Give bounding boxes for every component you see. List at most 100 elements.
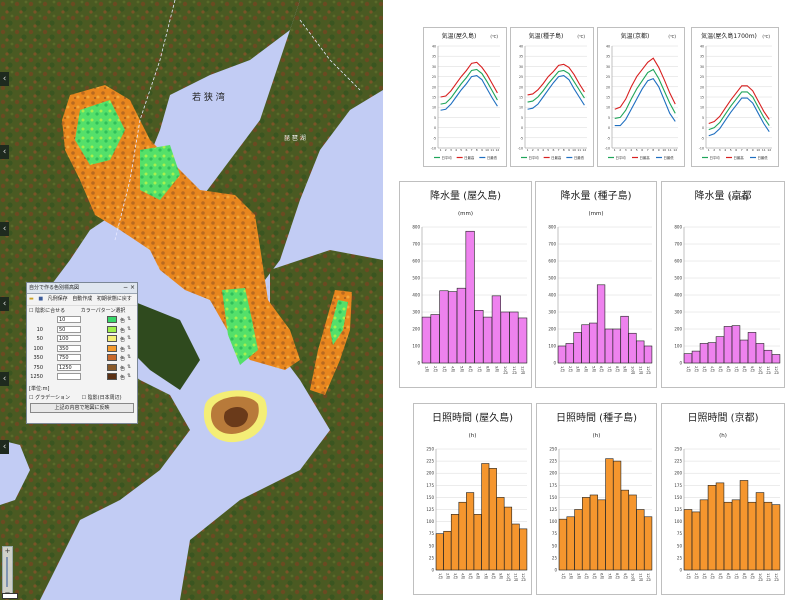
hillshade-checkbox[interactable]: ☐	[29, 308, 33, 314]
y-tick-label: 100	[549, 519, 557, 524]
close-icon[interactable]: ×	[130, 284, 135, 291]
x-tick-label: 11	[668, 148, 672, 152]
bar	[605, 458, 614, 571]
y-tick-label: 25	[677, 555, 683, 560]
legend-color-swatch[interactable]	[107, 344, 117, 352]
x-tick-label: 10月	[503, 366, 508, 375]
folder-icon[interactable]: ▬	[29, 296, 34, 302]
legend-color-label: 色	[120, 337, 126, 343]
x-tick-label: 7	[741, 148, 743, 152]
reset-button[interactable]: 初期状態に戻す	[97, 296, 132, 302]
y-tick-label: 100	[548, 344, 556, 349]
bar	[628, 332, 637, 364]
legend-entry: 日最高	[551, 155, 562, 160]
legend-lower-bound: 750	[33, 364, 43, 371]
legend-panel-titlebar[interactable]: 自分で作る色別標高図 − ×	[27, 283, 137, 294]
x-tick-label: 5	[460, 148, 462, 152]
legend-entry: 日平均	[442, 155, 453, 160]
legend-color-swatch[interactable]	[107, 325, 117, 333]
y-tick-label: 200	[549, 471, 557, 476]
reorder-arrows-icon[interactable]: ⇅	[127, 364, 131, 370]
x-tick-label: 1	[527, 148, 529, 152]
edge-collapse-tab-3[interactable]: ‹	[0, 222, 9, 236]
reorder-arrows-icon[interactable]: ⇅	[127, 373, 131, 379]
zoom-slider[interactable]	[6, 557, 8, 587]
y-tick-label: 200	[426, 471, 434, 476]
bar	[448, 291, 458, 364]
y-tick-label: -10	[431, 147, 436, 151]
chart-title: 降水量 (屋久島)	[430, 189, 501, 202]
color-pattern-select[interactable]: カラーパターン選択	[81, 308, 126, 314]
y-tick-label: 175	[426, 483, 434, 488]
legend-color-swatch[interactable]	[107, 354, 117, 361]
reorder-arrows-icon[interactable]: ⇅	[127, 345, 131, 351]
x-tick-label: 4月	[451, 366, 456, 372]
y-tick-label: 0	[554, 568, 557, 573]
legend-upper-bound-input[interactable]: 750	[57, 354, 81, 361]
y-tick-label: 400	[674, 293, 682, 298]
bar	[581, 324, 590, 364]
legend-upper-bound-input[interactable]: 100	[57, 335, 81, 342]
x-tick-label: 2	[445, 148, 447, 152]
legend-color-label: 色	[120, 356, 126, 362]
edge-collapse-tab-2[interactable]: ‹	[0, 145, 9, 159]
gradation-checkbox[interactable]: ☐	[29, 395, 33, 401]
legend-color-swatch[interactable]	[107, 335, 117, 342]
minimize-icon[interactable]: −	[123, 284, 128, 291]
chart-svg: 気温(屋久島) (℃)4035302520151050-5-10 1 2 3 4 5 6 7 8 9…	[431, 32, 500, 160]
legend-color-swatch[interactable]	[107, 363, 117, 371]
chart-title: 日照時間 (種子島)	[556, 411, 637, 424]
legend-color-label: 色	[120, 318, 126, 324]
y-tick-label: -10	[518, 147, 523, 151]
legend-upper-bound-input[interactable]: 1250	[57, 363, 81, 371]
reorder-arrows-icon[interactable]: ⇅	[127, 316, 131, 322]
x-tick-label: 8	[476, 148, 478, 152]
legend-entry: 日最低	[664, 155, 675, 160]
edge-collapse-tab-4[interactable]: ‹	[0, 297, 9, 311]
y-tick-label: -5	[607, 136, 610, 140]
x-tick-label: 11月	[638, 366, 643, 375]
chart-svg: 日照時間 (種子島)(h)250225200175150125100755025…	[549, 411, 653, 582]
legend-entry: 日最高	[640, 155, 651, 160]
save-legend-button[interactable]: 凡例保存	[48, 296, 68, 302]
bar	[699, 499, 709, 571]
x-tick-label: 8	[652, 148, 654, 152]
x-tick-label: 5月	[718, 366, 723, 372]
legend-upper-bound-input[interactable]: 350	[57, 344, 81, 352]
y-tick-label: 15	[606, 96, 610, 100]
legend-color-swatch[interactable]	[107, 316, 117, 323]
x-tick-label: 1月	[561, 573, 566, 579]
series-line-1	[527, 69, 585, 103]
y-tick-label: 50	[552, 543, 558, 548]
zoom-in-button[interactable]: +	[3, 547, 12, 555]
chart-unit: (mm)	[458, 211, 473, 217]
apply-to-map-button[interactable]: 上記の内容で地図に反映	[30, 402, 134, 413]
auto-create-button[interactable]: 自動作成	[72, 296, 92, 302]
y-tick-label: 15	[432, 96, 436, 100]
y-tick-label: 35	[700, 55, 704, 59]
x-tick-label: 2	[713, 148, 715, 152]
x-tick-label: 12	[496, 148, 500, 152]
edge-collapse-tab-1[interactable]: ‹	[0, 72, 9, 86]
bar	[731, 499, 741, 571]
x-tick-label: 6	[641, 148, 643, 152]
edge-collapse-tab-5[interactable]: ‹	[0, 372, 9, 386]
chart-precip-tanegashima: 降水量 (種子島) (mm) 800 700 600 500 400 300 200 100 0 1月…	[535, 181, 657, 388]
legend-upper-bound-input[interactable]	[57, 373, 81, 380]
legend-color-swatch[interactable]	[107, 373, 117, 380]
japan-shade-checkbox[interactable]: ☐	[82, 395, 86, 401]
reorder-arrows-icon[interactable]: ⇅	[127, 354, 131, 360]
reorder-arrows-icon[interactable]: ⇅	[127, 335, 131, 341]
edge-collapse-tab-6[interactable]: ‹	[0, 440, 9, 454]
save-icon[interactable]: ■	[38, 296, 43, 302]
x-tick-label: 11	[490, 148, 494, 152]
legend-upper-bound-input[interactable]: 50	[57, 325, 81, 333]
hillshade-label: 陰影に合せる	[35, 308, 66, 314]
x-tick-label: 1月	[438, 573, 443, 579]
chart-sunshine-kyoto: 日照時間 (京都) (h) 250 225 200 175 150 125 100 75 50 25 0…	[661, 403, 785, 595]
legend-upper-bound-input[interactable]: 10	[57, 316, 81, 323]
x-tick-label: 6	[735, 148, 737, 152]
elevation-map[interactable]: 若 狭 湾 琵 琶 湖 ‹ ‹ ‹ ‹ ‹ ‹ 自分で作る色別標高図 − × ▬…	[0, 0, 383, 600]
reorder-arrows-icon[interactable]: ⇅	[127, 326, 131, 332]
y-tick-label: 30	[606, 65, 610, 69]
